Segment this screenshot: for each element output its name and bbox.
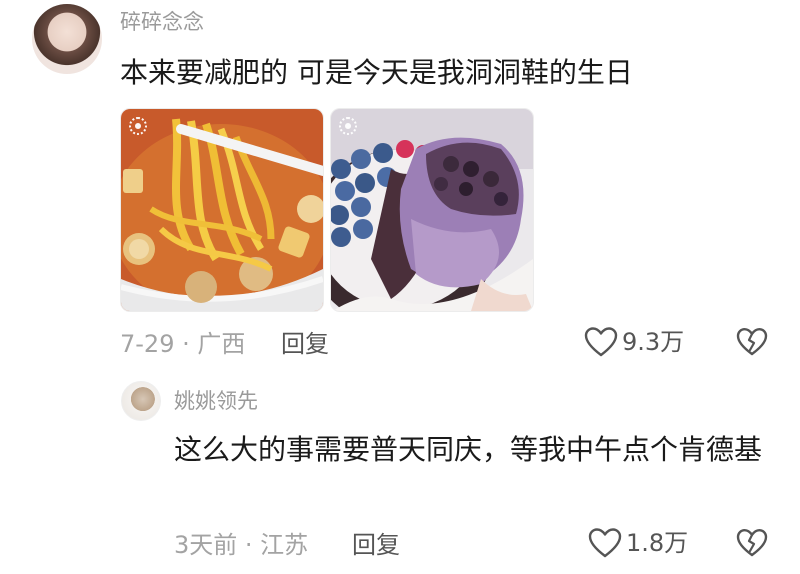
reply-button[interactable]: 回复 — [352, 533, 400, 557]
comment-image-cake[interactable] — [330, 108, 534, 312]
comment-text: 本来要减肥的 可是今天是我洞洞鞋的生日 — [120, 56, 633, 89]
comment-text: 这么大的事需要普天同庆，等我中午点个肯德基 — [174, 433, 763, 466]
username[interactable]: 姚姚领先 — [174, 391, 258, 412]
username[interactable]: 碎碎念念 — [120, 12, 204, 33]
reply-button[interactable]: 回复 — [281, 332, 329, 356]
avatar[interactable] — [121, 381, 161, 421]
live-photo-icon — [129, 117, 147, 135]
comment-meta: 7-29 · 广西 — [120, 330, 246, 358]
like-button[interactable]: 1.8万 — [588, 527, 688, 559]
dislike-button[interactable] — [736, 528, 768, 562]
blueberry-cake-image — [331, 109, 533, 311]
comment-meta: 3天前 · 江苏 — [174, 531, 309, 559]
dislike-button[interactable] — [736, 327, 768, 361]
heart-icon — [584, 327, 618, 357]
comment-image-noodles[interactable] — [120, 108, 324, 312]
heart-icon — [588, 528, 622, 558]
broken-heart-icon — [736, 328, 768, 356]
noodle-soup-image — [121, 109, 323, 311]
avatar[interactable] — [32, 4, 102, 74]
live-photo-icon — [339, 117, 357, 135]
like-count: 9.3万 — [622, 328, 685, 356]
like-button[interactable]: 9.3万 — [584, 326, 684, 358]
broken-heart-icon — [736, 529, 768, 557]
like-count: 1.8万 — [626, 529, 689, 557]
